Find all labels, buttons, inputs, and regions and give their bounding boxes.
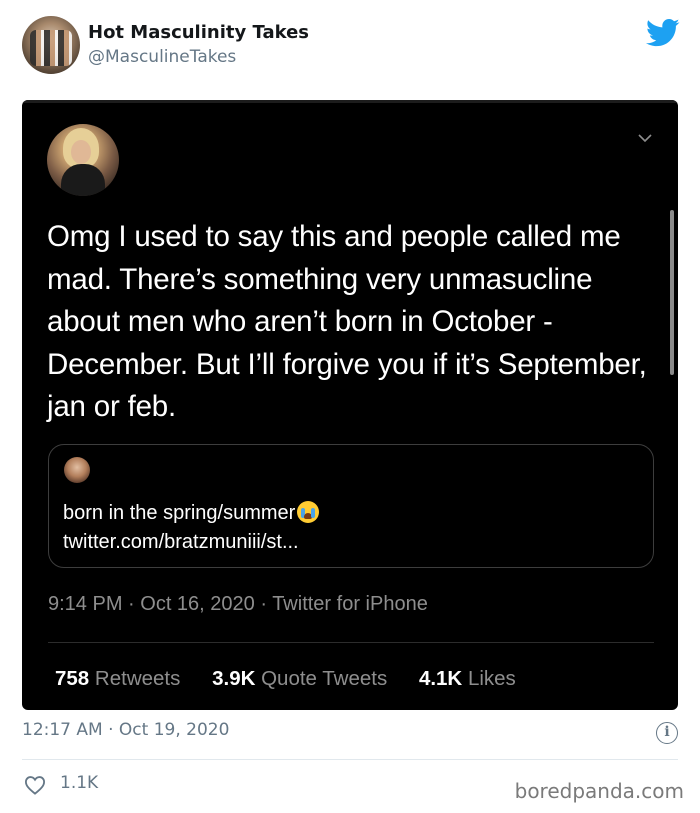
quoted-tweet-body: born in the spring/summer twitter.com/br… xyxy=(63,499,320,557)
info-icon[interactable]: i xyxy=(656,722,678,744)
quoted-tweet-text: born in the spring/summer xyxy=(63,502,296,524)
likes-label: Likes xyxy=(467,667,516,690)
twitter-bird-icon[interactable] xyxy=(646,18,680,48)
tweet-screenshot: Omg I used to say this and people called… xyxy=(22,100,678,710)
retweets-count: 758 xyxy=(55,667,90,690)
avatar[interactable] xyxy=(22,16,80,74)
tweet-meta: 9:14 PM · Oct 16, 2020 · Twitter for iPh… xyxy=(48,593,428,615)
tweet-text: Omg I used to say this and people called… xyxy=(47,220,647,423)
retweets-label: Retweets xyxy=(94,667,181,690)
likes-count: 4.1K xyxy=(418,667,463,690)
like-count[interactable]: 1.1K xyxy=(60,773,98,793)
tweet-timestamp[interactable]: 12:17 AM · Oct 19, 2020 xyxy=(22,720,229,740)
author-avatar xyxy=(47,124,119,196)
user-handle[interactable]: @MasculineTakes xyxy=(88,47,236,67)
quoted-tweet-link: twitter.com/bratzmuniii/st... xyxy=(63,531,299,553)
loudly-crying-face-icon xyxy=(297,501,320,523)
chevron-down-icon[interactable] xyxy=(638,133,652,143)
quote-tweets-count: 3.9K xyxy=(212,667,256,690)
quote-tweets-label: Quote Tweets xyxy=(261,667,388,690)
display-name[interactable]: Hot Masculinity Takes xyxy=(88,22,309,43)
scrollbar[interactable] xyxy=(670,210,674,375)
divider xyxy=(22,759,678,760)
watermark: boredpanda.com xyxy=(514,779,684,803)
quoted-author-avatar xyxy=(64,457,90,483)
engagement-stats: 758 Retweets 3.9K Quote Tweets 4.1K Like… xyxy=(55,667,516,691)
divider xyxy=(48,642,654,643)
quoted-tweet-card: born in the spring/summer twitter.com/br… xyxy=(48,444,654,568)
heart-icon[interactable] xyxy=(24,775,46,795)
tweet-header: Hot Masculinity Takes @MasculineTakes xyxy=(22,14,682,76)
